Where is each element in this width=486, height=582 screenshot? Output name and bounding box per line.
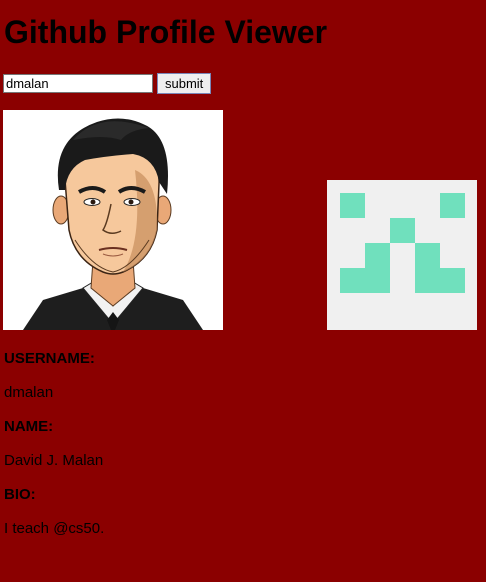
bio-value: I teach @cs50.	[4, 520, 105, 537]
name-value: David J. Malan	[4, 452, 104, 469]
username-label: USERNAME:	[4, 350, 95, 367]
submit-button[interactable]: submit	[157, 73, 212, 94]
bio-label: BIO:	[4, 486, 36, 503]
username-value: dmalan	[4, 384, 54, 401]
avatar-portrait-image	[3, 110, 223, 330]
username-input[interactable]	[3, 74, 153, 93]
identicon	[327, 180, 477, 330]
avatar	[3, 110, 223, 330]
identicon-image	[340, 193, 465, 293]
search-form: submit	[3, 73, 212, 94]
profile-info: USERNAME: dmalan NAME: David J. Malan BI…	[4, 350, 104, 554]
name-label: NAME:	[4, 418, 54, 435]
page-title: Github Profile Viewer	[4, 14, 328, 50]
